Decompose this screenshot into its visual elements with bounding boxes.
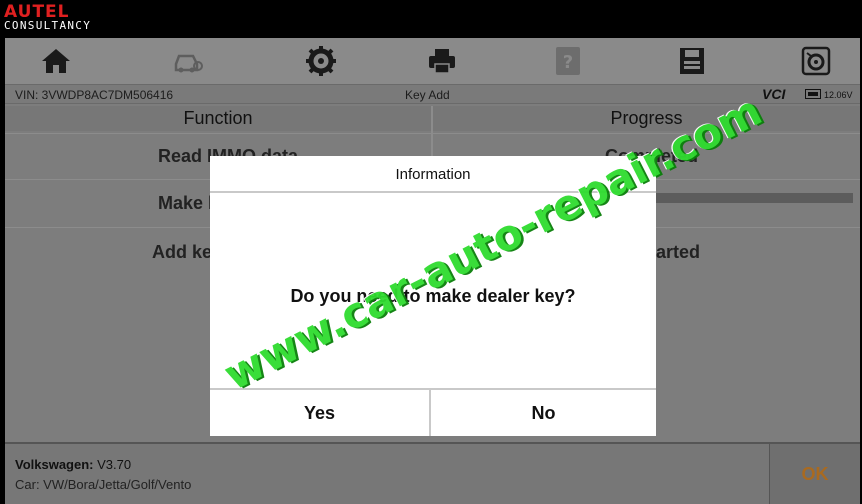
gear-icon [306, 46, 336, 76]
save-icon [680, 48, 704, 74]
toolbar: ? [5, 38, 860, 84]
vci-status: VCI [762, 86, 786, 102]
no-button[interactable]: No [431, 390, 656, 436]
page-title: Key Add [405, 88, 450, 102]
dialog-message: Do you need to make dealer key? [290, 286, 576, 306]
printer-icon [429, 49, 455, 74]
dialog-title: Information [210, 156, 656, 193]
help-button[interactable]: ? [548, 42, 588, 80]
datalogging-button[interactable] [796, 42, 836, 80]
save-button[interactable] [672, 42, 712, 80]
vehicle-model: Car: VW/Bora/Jetta/Golf/Vento [15, 477, 192, 492]
battery-voltage: 12.06V [824, 90, 853, 100]
home-icon [42, 49, 70, 73]
battery-icon [805, 89, 821, 99]
vehicle-make: Volkswagen: V3.70 [15, 457, 131, 472]
software-version: V3.70 [97, 457, 132, 472]
brand-bar: AUTEL CONSULTANCY [0, 0, 862, 38]
vehicle-button[interactable] [168, 42, 208, 80]
brand-subtitle: CONSULTANCY [4, 19, 92, 32]
vin-label: VIN: 3VWDP8AC7DM506416 [15, 88, 174, 102]
progress-bar [645, 193, 853, 203]
yes-button[interactable]: Yes [210, 390, 431, 436]
information-dialog: Information Do you need to make dealer k… [210, 156, 656, 436]
dialog-buttons: Yes No [210, 388, 656, 436]
vehicle-footer: Volkswagen: V3.70 Car: VW/Bora/Jetta/Gol… [5, 442, 860, 504]
info-bar: VIN: 3VWDP8AC7DM506416 Key Add VCI 12.06… [5, 84, 860, 104]
make-label: Volkswagen: [15, 457, 94, 472]
car-icon [174, 54, 203, 73]
ok-button[interactable]: OK [769, 444, 860, 504]
datalogging-icon [801, 46, 831, 76]
help-icon: ? [556, 47, 580, 75]
svg-text:?: ? [563, 52, 573, 73]
print-button[interactable] [422, 42, 462, 80]
progress-column-header: Progress [433, 106, 860, 131]
home-button[interactable] [36, 42, 76, 80]
settings-button[interactable] [301, 42, 341, 80]
function-column-header: Function [5, 106, 431, 131]
